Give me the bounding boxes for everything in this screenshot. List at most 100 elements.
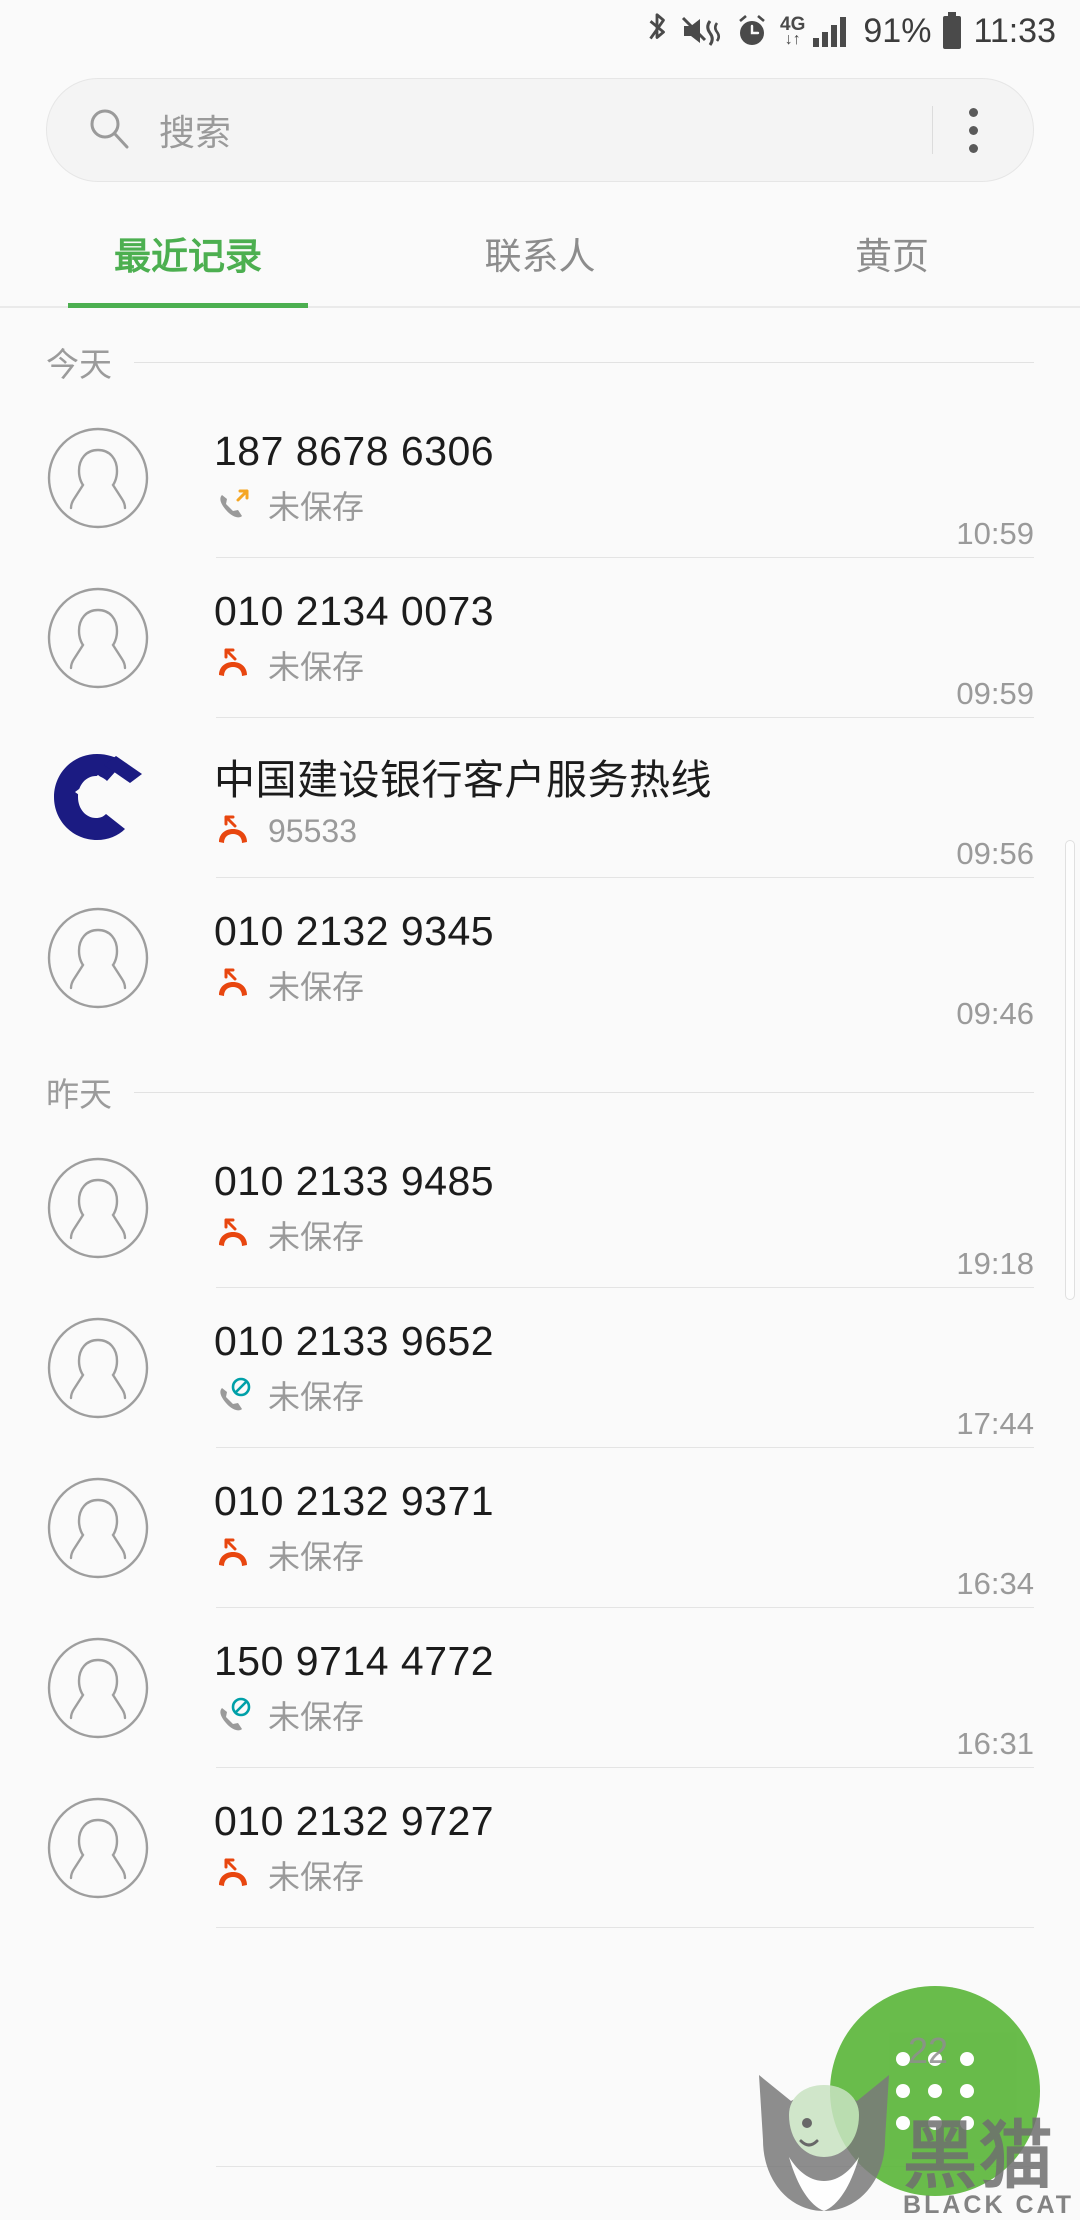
- row-body: 150 9714 4772 未保存: [214, 1638, 936, 1738]
- row-subtext: 未保存: [268, 1219, 365, 1255]
- tab-yellowpages[interactable]: 黄页: [716, 204, 1068, 306]
- missed-call-icon: [214, 1216, 252, 1254]
- battery-percent: 91%: [863, 11, 932, 50]
- row-subline: 未保存: [214, 1532, 936, 1578]
- contact-name: 010 2133 9485: [214, 1158, 495, 1204]
- row-subline: 未保存: [214, 1692, 936, 1738]
- row-subtext: 未保存: [268, 649, 365, 685]
- contact-name: 187 8678 6306: [214, 428, 495, 474]
- row-body: 010 2133 9485 未保存: [214, 1158, 936, 1258]
- call-time: 17:44: [956, 1406, 1034, 1441]
- tab-contacts[interactable]: 联系人: [364, 204, 716, 306]
- missed-call-icon: [214, 1856, 252, 1894]
- dialpad-icon: [896, 2052, 974, 2130]
- signal-icon: [811, 14, 853, 48]
- row-body: 010 2132 9727 未保存: [214, 1798, 1014, 1898]
- person-avatar: [46, 586, 150, 690]
- row-body: 010 2132 9371 未保存: [214, 1478, 936, 1578]
- battery-icon: [941, 12, 963, 50]
- call-time: 09:46: [956, 996, 1034, 1031]
- person-avatar: [46, 1316, 150, 1420]
- row-subline: 未保存: [214, 482, 936, 528]
- call-time: 16:34: [956, 1566, 1034, 1601]
- row-body: 187 8678 6306 未保存: [214, 428, 936, 528]
- contact-name: 010 2132 9345: [214, 908, 495, 954]
- section-rule: [134, 1091, 1034, 1093]
- search-area: 搜索: [0, 62, 1080, 182]
- section-header-yesterday: 昨天: [0, 1038, 1080, 1128]
- row-subtext: 未保存: [268, 1859, 365, 1895]
- alarm-icon: [734, 13, 770, 49]
- phone-app-screen: 4G ↓↑ 91% 11:33 搜索 最近记录 联系人 黄页 今天 187 86…: [0, 0, 1080, 2220]
- missed-call-icon: [214, 1536, 252, 1574]
- row-subtext: 未保存: [268, 1539, 365, 1575]
- call-log-list: 今天 187 8678 6306 未保存 10:59 010 2134 0073…: [0, 308, 1080, 1928]
- table-row[interactable]: 010 2134 0073 未保存 09:59: [0, 558, 1080, 718]
- call-time: 19:18: [956, 1246, 1034, 1281]
- section-header-today: 今天: [0, 308, 1080, 398]
- contact-name: 010 2134 0073: [214, 588, 495, 634]
- tab-bar: 最近记录 联系人 黄页: [0, 204, 1080, 308]
- outgoing-call-icon: [214, 486, 252, 524]
- table-row[interactable]: 010 2133 9652 未保存 17:44: [0, 1288, 1080, 1448]
- person-avatar: [46, 1476, 150, 1580]
- tab-contacts-label: 联系人: [484, 236, 596, 277]
- table-row[interactable]: 150 9714 4772 未保存 16:31: [0, 1608, 1080, 1768]
- tab-yellowpages-label: 黄页: [855, 236, 929, 277]
- person-avatar: [46, 1156, 150, 1260]
- row-body: 中国建设银行客户服务热线 95533: [214, 746, 936, 851]
- 4g-data-icon: 4G ↓↑: [780, 15, 805, 48]
- contact-name: 010 2133 9652: [214, 1318, 495, 1364]
- search-divider: [932, 106, 933, 154]
- row-body: 010 2133 9652 未保存: [214, 1318, 936, 1418]
- person-avatar: [46, 426, 150, 530]
- scrollbar-thumb[interactable]: [1065, 840, 1075, 1300]
- row-subline: 未保存: [214, 962, 936, 1008]
- row-subtext: 未保存: [268, 1379, 365, 1415]
- row-subtext: 未保存: [268, 489, 365, 525]
- mute-vibrate-icon: [680, 14, 724, 48]
- rejected-call-icon: [214, 1696, 252, 1734]
- contact-name: 010 2132 9727: [214, 1798, 495, 1844]
- row-subline: 未保存: [214, 1212, 936, 1258]
- dialpad-fab-button[interactable]: [830, 1986, 1040, 2196]
- row-subline: 95533: [214, 813, 936, 851]
- ccb-logo: [46, 746, 150, 850]
- missed-call-icon: [214, 966, 252, 1004]
- call-time: 10:59: [956, 516, 1034, 551]
- status-bar: 4G ↓↑ 91% 11:33: [0, 0, 1080, 62]
- person-avatar: [46, 1796, 150, 1900]
- contact-name: 010 2132 9371: [214, 1478, 495, 1524]
- search-icon: [85, 104, 133, 157]
- row-body: 010 2132 9345 未保存: [214, 908, 936, 1008]
- section-label: 昨天: [46, 1076, 112, 1113]
- contact-name: 中国建设银行客户服务热线: [214, 756, 712, 803]
- call-time: 16:31: [956, 1726, 1034, 1761]
- table-row[interactable]: 187 8678 6306 未保存 10:59: [0, 398, 1080, 558]
- rejected-call-icon: [214, 1376, 252, 1414]
- row-subtext: 95533: [268, 813, 357, 849]
- call-time: 09:56: [956, 836, 1034, 871]
- row-subline: 未保存: [214, 1372, 936, 1418]
- row-divider: [216, 1927, 1034, 1928]
- table-row[interactable]: 010 2132 9371 未保存 16:34: [0, 1448, 1080, 1608]
- table-row[interactable]: 010 2132 9727 未保存: [0, 1768, 1080, 1928]
- tab-recent[interactable]: 最近记录: [12, 204, 364, 308]
- data-arrows-icon: ↓↑: [784, 30, 801, 48]
- contact-name: 150 9714 4772: [214, 1638, 495, 1684]
- bluetooth-icon: [644, 12, 670, 50]
- table-row[interactable]: 010 2132 9345 未保存 09:46: [0, 878, 1080, 1038]
- search-input[interactable]: 搜索: [159, 104, 932, 156]
- call-time: 09:59: [956, 676, 1034, 711]
- kebab-menu-icon[interactable]: [943, 92, 1003, 168]
- clock: 11:33: [973, 11, 1056, 50]
- table-row[interactable]: 中国建设银行客户服务热线 95533 09:56: [0, 718, 1080, 878]
- table-row[interactable]: 010 2133 9485 未保存 19:18: [0, 1128, 1080, 1288]
- missed-call-icon: [214, 813, 252, 851]
- row-body: 010 2134 0073 未保存: [214, 588, 936, 688]
- row-subline: 未保存: [214, 642, 936, 688]
- row-subtext: 未保存: [268, 969, 365, 1005]
- search-bar[interactable]: 搜索: [46, 78, 1034, 182]
- section-rule: [134, 361, 1034, 363]
- row-subtext: 未保存: [268, 1699, 365, 1735]
